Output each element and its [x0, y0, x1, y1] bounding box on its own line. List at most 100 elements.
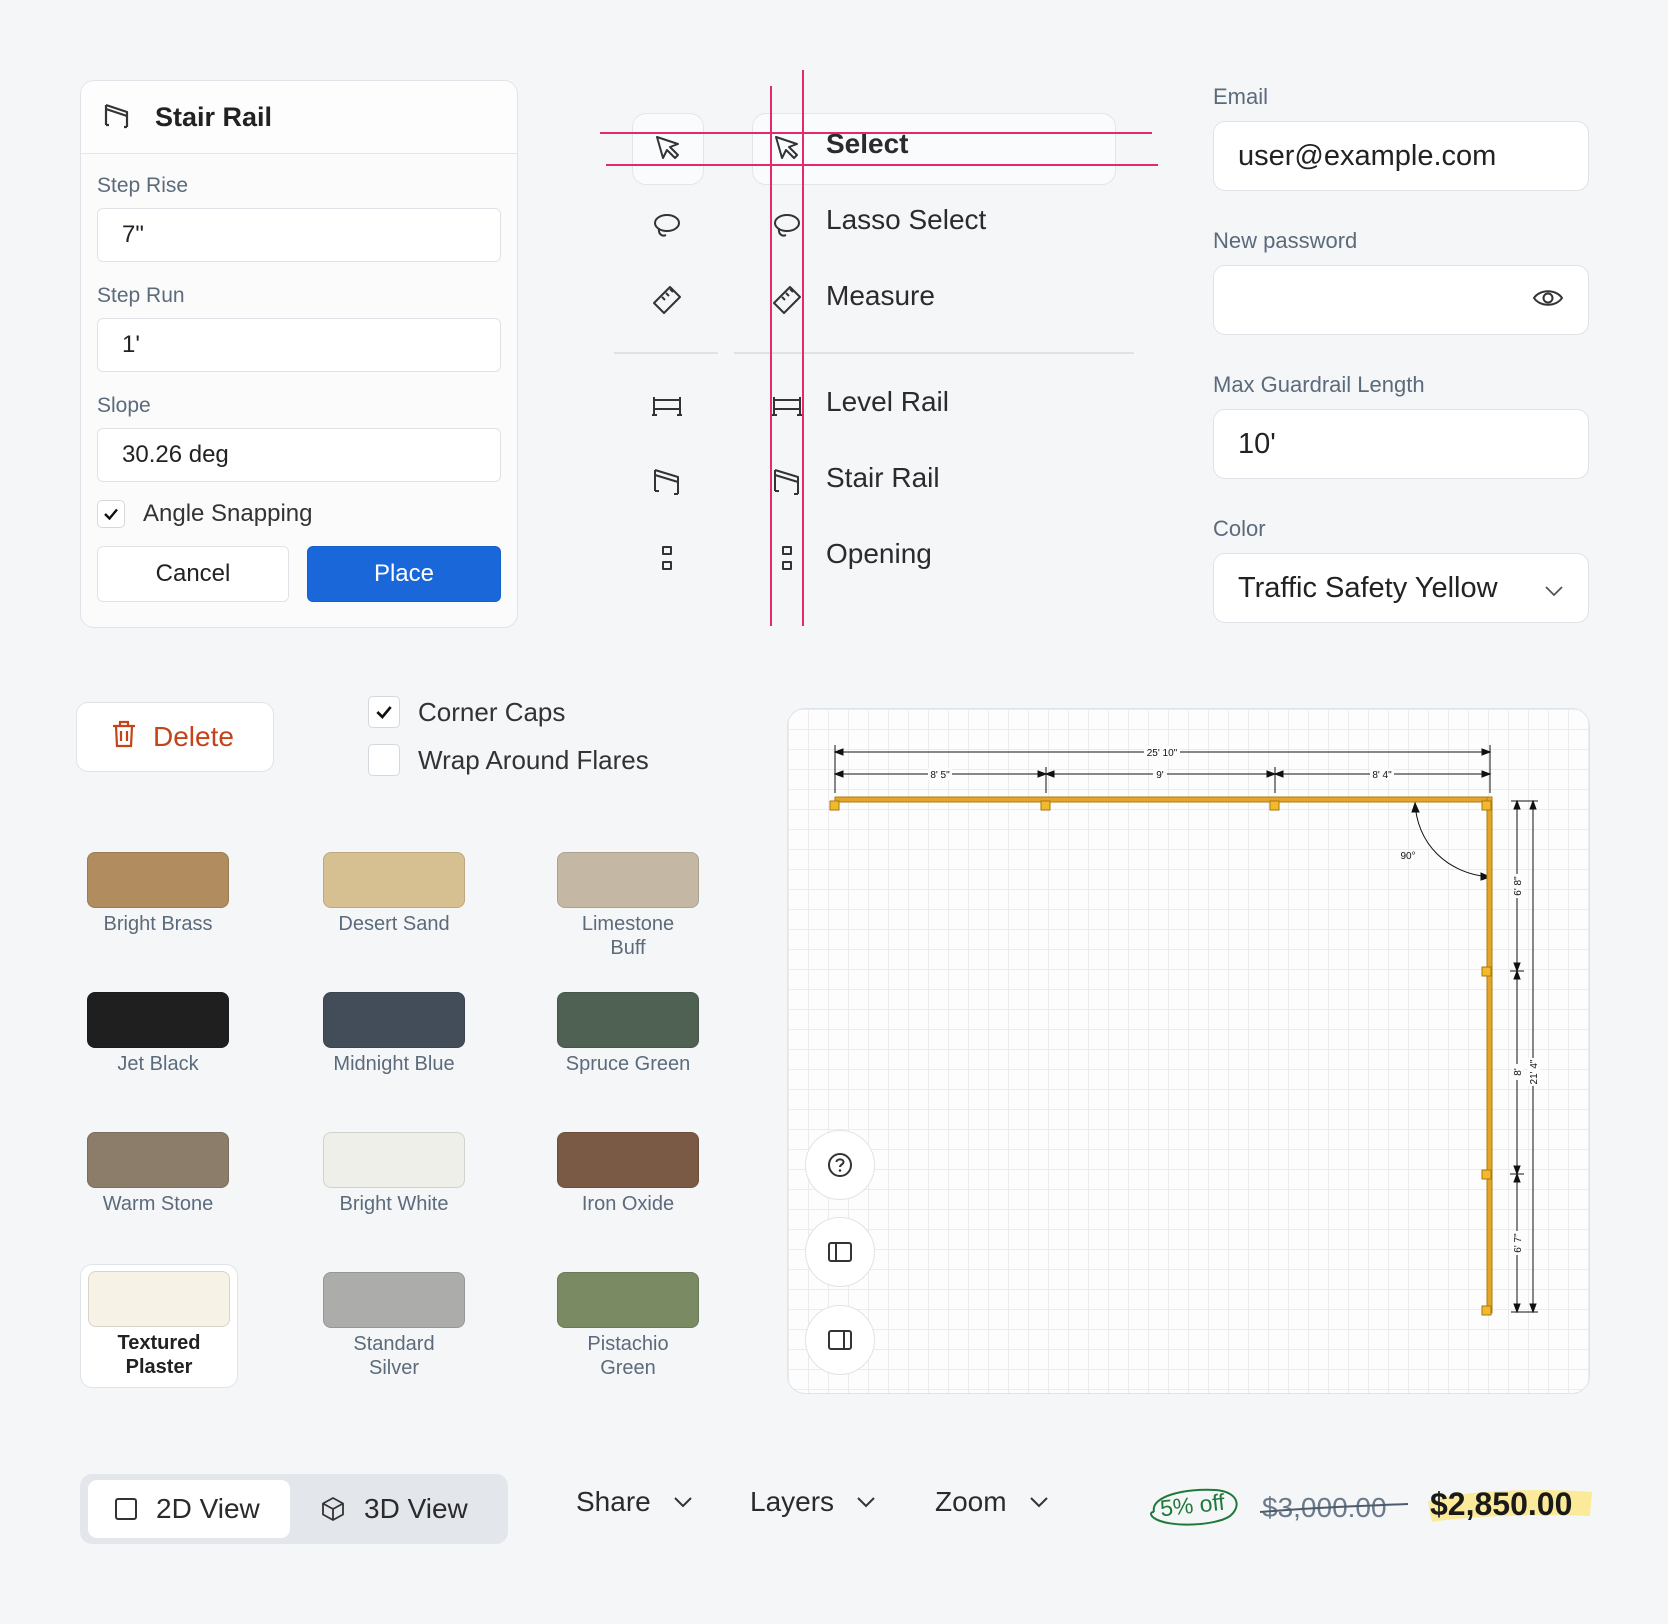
rail-post — [1269, 800, 1280, 811]
checkmark-icon — [104, 508, 118, 521]
left-panel-icon — [828, 1242, 852, 1262]
swatch-color — [557, 852, 699, 908]
alignment-guide — [600, 132, 1152, 134]
swatch-label: Jet Black — [117, 1053, 199, 1075]
view-3d-button[interactable]: 3D View — [294, 1480, 500, 1538]
wrap-flares-row[interactable]: Wrap Around Flares — [368, 744, 649, 776]
chevron-down-icon — [674, 1497, 692, 1508]
tool-measure[interactable]: Measure — [826, 280, 935, 312]
help-button[interactable] — [805, 1130, 875, 1200]
view-toggle: 2D View 3D View — [80, 1474, 508, 1544]
swatch-iron-oxide[interactable]: Iron Oxide — [548, 1132, 708, 1216]
discount-badge: 5% off — [1146, 1484, 1242, 1530]
swatch-midnight-blue[interactable]: Midnight Blue — [314, 992, 474, 1076]
cursor-icon — [775, 136, 798, 159]
eye-icon[interactable] — [1532, 284, 1564, 317]
view-2d-label: 2D View — [156, 1493, 260, 1524]
view-3d-label: 3D View — [364, 1493, 468, 1524]
tool-stair-rail[interactable]: Stair Rail — [826, 462, 940, 494]
swatch-label: Bright Brass — [103, 913, 213, 935]
angle-snapping-row[interactable]: Angle Snapping — [97, 500, 501, 528]
swatch-color — [87, 852, 229, 908]
square-icon — [115, 1498, 137, 1520]
swatch-jet-black[interactable]: Jet Black — [78, 992, 238, 1076]
swatch-spruce-green[interactable]: Spruce Green — [548, 992, 708, 1076]
wrap-flares-checkbox[interactable] — [368, 744, 400, 776]
stair-rail-panel: Stair Rail Step Rise 7" Step Run 1' Slop… — [80, 80, 518, 628]
swatch-label: Spruce Green — [565, 1053, 691, 1075]
step-rise-input[interactable]: 7" — [97, 208, 501, 262]
share-dropdown[interactable]: Share — [576, 1486, 693, 1518]
tool-lasso-label: Lasso Select — [826, 204, 987, 235]
place-button[interactable]: Place — [307, 546, 501, 602]
max-length-field[interactable]: 10' — [1213, 409, 1589, 479]
zoom-dropdown[interactable]: Zoom — [935, 1486, 1049, 1518]
tool-measure-label: Measure — [826, 280, 935, 311]
swatch-color — [88, 1271, 230, 1327]
chevron-down-icon — [1029, 1497, 1048, 1508]
swatch-color — [323, 852, 465, 908]
tool-level-rail-label: Level Rail — [826, 386, 949, 417]
swatch-desert-sand[interactable]: Desert Sand — [314, 852, 474, 936]
dim-total-right: 21' 4" — [1529, 1059, 1540, 1084]
layers-dropdown[interactable]: Layers — [750, 1486, 876, 1518]
dim-right-1: 6' 8" — [1513, 876, 1524, 896]
dim-right-2: 8' — [1513, 1068, 1524, 1076]
slope-input[interactable]: 30.26 deg — [97, 428, 501, 482]
tool-opening-label: Opening — [826, 538, 932, 569]
rail-post — [1040, 800, 1051, 811]
swatch-label: Midnight Blue — [333, 1053, 455, 1075]
opening-icon — [662, 546, 672, 570]
lasso-icon — [654, 214, 680, 237]
tool-lasso-select[interactable]: Lasso Select — [826, 204, 986, 236]
rail-post — [829, 800, 840, 811]
plan-canvas[interactable]: 25' 10" 8' 5" 9' 8' 4" 90° 6' 8" 8' 6' 7… — [787, 708, 1590, 1394]
swatch-bright-white[interactable]: Bright White — [314, 1132, 474, 1216]
max-length-value: 10' — [1238, 427, 1276, 460]
swatch-textured-plaster[interactable]: Textured Plaster — [80, 1264, 238, 1388]
tool-opening[interactable]: Opening — [826, 538, 932, 570]
dim-top-2: 9' — [1156, 770, 1164, 781]
swatch-bright-brass[interactable]: Bright Brass — [78, 852, 238, 936]
delete-label: Delete — [153, 721, 234, 752]
new-price: $2,850.00 — [1424, 1482, 1594, 1528]
tool-divider — [614, 352, 718, 354]
email-field[interactable]: user@example.com — [1213, 121, 1589, 191]
level-rail-icon — [772, 397, 802, 416]
tool-level-rail[interactable]: Level Rail — [826, 386, 949, 418]
swatch-pistachio-green[interactable]: Pistachio Green — [548, 1272, 708, 1380]
swatch-limestone-buff[interactable]: Limestone Buff — [548, 852, 708, 960]
stair-rail-icon — [103, 101, 131, 134]
swatch-warm-stone[interactable]: Warm Stone — [78, 1132, 238, 1216]
dim-top-1: 8' 5" — [930, 770, 950, 781]
old-price: $3,000.00 — [1259, 1492, 1409, 1524]
left-panel-toggle-button[interactable] — [805, 1217, 875, 1287]
swatch-color — [557, 992, 699, 1048]
right-panel-toggle-button[interactable] — [805, 1305, 875, 1375]
password-field[interactable] — [1213, 265, 1589, 335]
swatch-standard-silver[interactable]: Standard Silver — [314, 1272, 474, 1380]
alignment-guide — [606, 164, 1158, 166]
corner-caps-row[interactable]: Corner Caps — [368, 696, 565, 728]
cancel-button[interactable]: Cancel — [97, 546, 289, 602]
corner-caps-checkbox[interactable] — [368, 696, 400, 728]
swatch-color — [323, 1132, 465, 1188]
ruler-icon — [773, 286, 801, 314]
rail-post — [1481, 800, 1492, 811]
rail-post — [1481, 1169, 1492, 1180]
angle-arc — [1414, 800, 1491, 878]
trash-icon — [111, 720, 137, 755]
swatch-label: Pistachio Green — [587, 1333, 669, 1379]
swatch-label: Bright White — [339, 1193, 449, 1215]
angle-snapping-checkbox[interactable] — [97, 500, 125, 528]
dim-angle: 90° — [1400, 851, 1415, 862]
ruler-icon — [653, 286, 681, 314]
opening-icon — [782, 546, 792, 570]
tool-icon-column — [652, 136, 682, 570]
strikethrough-mark — [1259, 1503, 1409, 1513]
color-select[interactable]: Traffic Safety Yellow — [1213, 553, 1589, 623]
color-select-value: Traffic Safety Yellow — [1238, 571, 1498, 604]
delete-button[interactable]: Delete — [76, 702, 274, 772]
view-2d-button[interactable]: 2D View — [88, 1480, 290, 1538]
step-run-input[interactable]: 1' — [97, 318, 501, 372]
